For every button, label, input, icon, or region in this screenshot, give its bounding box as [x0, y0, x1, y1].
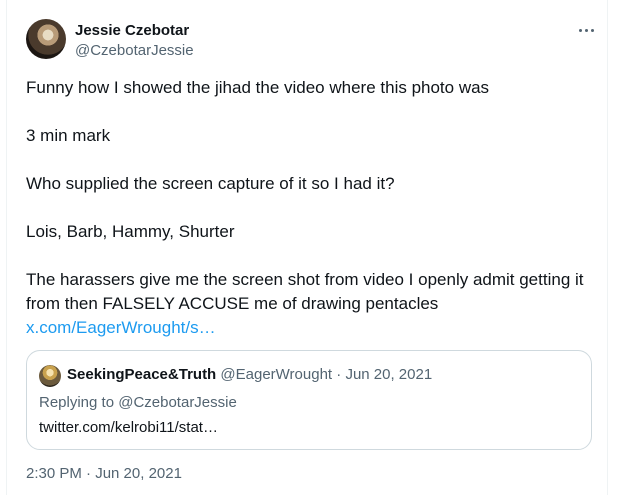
quoted-tweet-header: SeekingPeace&Truth @EagerWrought · Jun 2… [67, 366, 432, 383]
replying-mention: @CzebotarJessie [118, 394, 237, 411]
quoted-tweet-text: twitter.com/kelrobi11/stat… [39, 419, 218, 436]
tweet-body: Funny how I showed the jihad the video w… [26, 76, 596, 340]
quoted-author-avatar [39, 365, 61, 387]
more-horizontal-icon [578, 28, 582, 32]
quoted-replying-to: Replying to @CzebotarJessie [39, 394, 237, 411]
tweet-paragraph: Funny how I showed the jihad the video w… [26, 78, 490, 97]
tweet-link[interactable]: x.com/EagerWrought/s… [26, 318, 216, 337]
quoted-separator: · [336, 366, 342, 383]
quoted-date: Jun 20, 2021 [345, 366, 433, 383]
more-options-button[interactable] [571, 20, 601, 40]
tweet-paragraph: The harassers give me the screen shot fr… [26, 270, 584, 313]
tweet-paragraph: Who supplied the screen capture of it so… [26, 174, 395, 193]
quoted-author-handle: @EagerWrought [220, 366, 333, 383]
tweet-timestamp[interactable]: 2:30 PM · Jun 20, 2021 [26, 465, 182, 482]
more-horizontal-icon-dot [584, 28, 588, 32]
tweet-paragraph: Lois, Barb, Hammy, Shurter [26, 222, 235, 241]
author-handle[interactable]: @CzebotarJessie [75, 42, 194, 59]
quoted-tweet[interactable]: SeekingPeace&Truth @EagerWrought · Jun 2… [26, 350, 592, 450]
quoted-author-name: SeekingPeace&Truth [67, 366, 217, 383]
tweet-paragraph: 3 min mark [26, 126, 111, 145]
more-horizontal-icon-dot [590, 28, 594, 32]
tweet-card: Jessie Czebotar @CzebotarJessie Funny ho… [6, 0, 608, 495]
replying-prefix: Replying to [39, 394, 115, 411]
author-name[interactable]: Jessie Czebotar [75, 22, 189, 39]
author-avatar[interactable] [26, 19, 66, 59]
